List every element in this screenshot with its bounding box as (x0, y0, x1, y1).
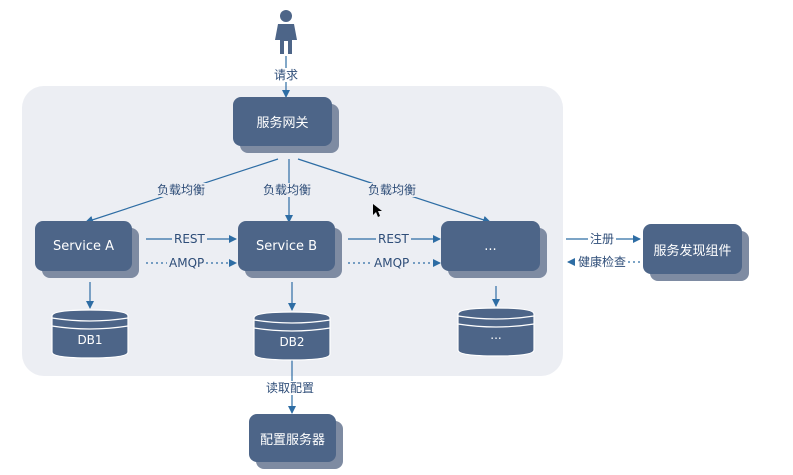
gateway-node[interactable]: 服务网关 (233, 97, 332, 146)
cursor-icon (373, 204, 382, 217)
service-a-label: Service A (52, 238, 115, 254)
db1-label: DB1 (77, 333, 103, 347)
request-label: 请求 (272, 68, 301, 82)
service-c-node[interactable]: ... (441, 221, 540, 271)
lb-label-c: 负载均衡 (366, 183, 419, 197)
config-label: 配置服务器 (259, 432, 325, 448)
health-label: 健康检查 (576, 255, 629, 269)
db2-label: DB2 (279, 335, 305, 349)
config-node[interactable]: 配置服务器 (249, 414, 336, 462)
user-icon (275, 10, 297, 54)
lb-label-a: 负载均衡 (155, 183, 208, 197)
read-config-label: 读取配置 (264, 381, 317, 395)
amqp-label-2: AMQP (372, 256, 412, 270)
gateway-label: 服务网关 (256, 116, 309, 131)
service-c-label: ... (484, 238, 497, 254)
discovery-node[interactable]: 服务发现组件 (643, 224, 742, 274)
discovery-label: 服务发现组件 (653, 243, 732, 259)
service-a-node[interactable]: Service A (35, 221, 132, 271)
rest-label-2: REST (376, 232, 411, 246)
amqp-label-1: AMQP (167, 256, 207, 270)
register-label: 注册 (588, 232, 617, 246)
db3-label: ... (490, 328, 502, 342)
rest-label-1: REST (172, 232, 207, 246)
architecture-diagram: 服务网关 Service A Service B ... 服务发现组件 配置服务… (0, 0, 793, 475)
service-b-label: Service B (255, 238, 318, 254)
lb-label-b: 负载均衡 (261, 183, 314, 197)
service-b-node[interactable]: Service B (238, 221, 335, 271)
